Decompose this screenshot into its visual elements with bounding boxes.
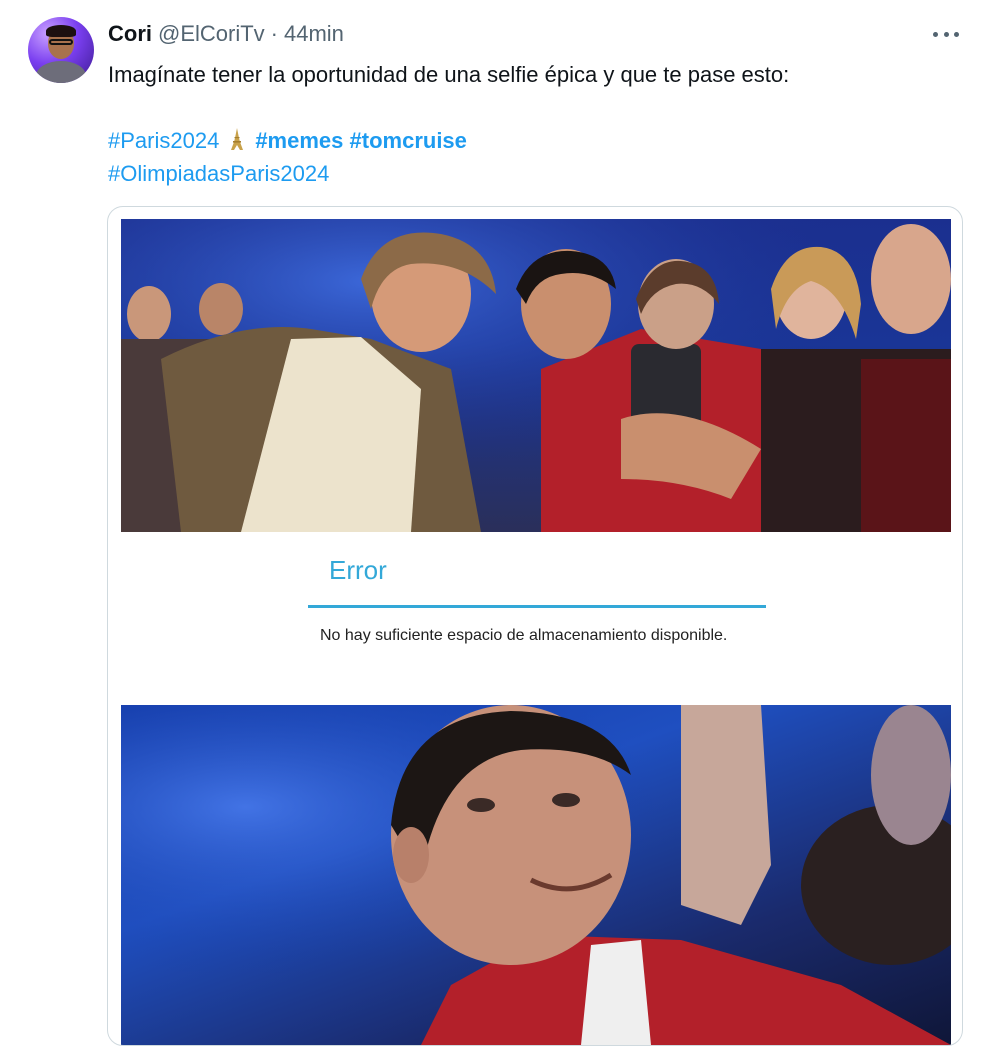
separator-dot: · [270,21,278,46]
error-dialog: Error No hay suficiente espacio de almac… [308,547,768,677]
display-name[interactable]: Cori [108,21,152,47]
dialog-title: Error [329,555,387,585]
dialog-message: No hay suficiente espacio de almacenamie… [320,627,728,644]
dialog-divider [308,605,766,608]
selfie-photo-illustration [121,219,951,532]
avatar[interactable] [28,17,94,83]
more-dot [954,31,959,37]
hashtag-tomcruise[interactable]: #tomcruise [350,128,467,153]
hashtag-paris2024[interactable]: #Paris2024 [108,128,219,153]
hashtag-line-2: #OlimpiadasParis2024 [108,157,948,190]
user-handle[interactable]: @ElCoriTv [158,21,265,47]
closeup-photo-illustration [121,705,951,1045]
avatar-hair-shape [46,25,76,37]
tweet-header: Cori @ElCoriTv · 44min [108,20,344,48]
tweet-body: Imagínate tener la oportunidad de una se… [108,58,948,190]
hashtag-memes[interactable]: #memes [255,128,343,153]
timestamp[interactable]: 44min [284,21,344,47]
more-dot [943,31,949,37]
hashtag-olimpiadasparis2024[interactable]: #OlimpiadasParis2024 [108,161,329,186]
selfie-photo[interactable] [121,219,951,532]
closeup-photo[interactable] [121,705,951,1045]
more-options-icon[interactable] [930,24,962,44]
avatar-glasses-shape [49,39,73,45]
eiffel-tower-icon [231,128,244,150]
more-dot [933,31,938,37]
tweet-text: Imagínate tener la oportunidad de una se… [108,62,790,87]
avatar-body-shape [36,61,86,83]
hashtag-line-1: #Paris2024 #memes #tomcruise [108,124,948,157]
media-card[interactable]: Error No hay suficiente espacio de almac… [107,206,963,1046]
